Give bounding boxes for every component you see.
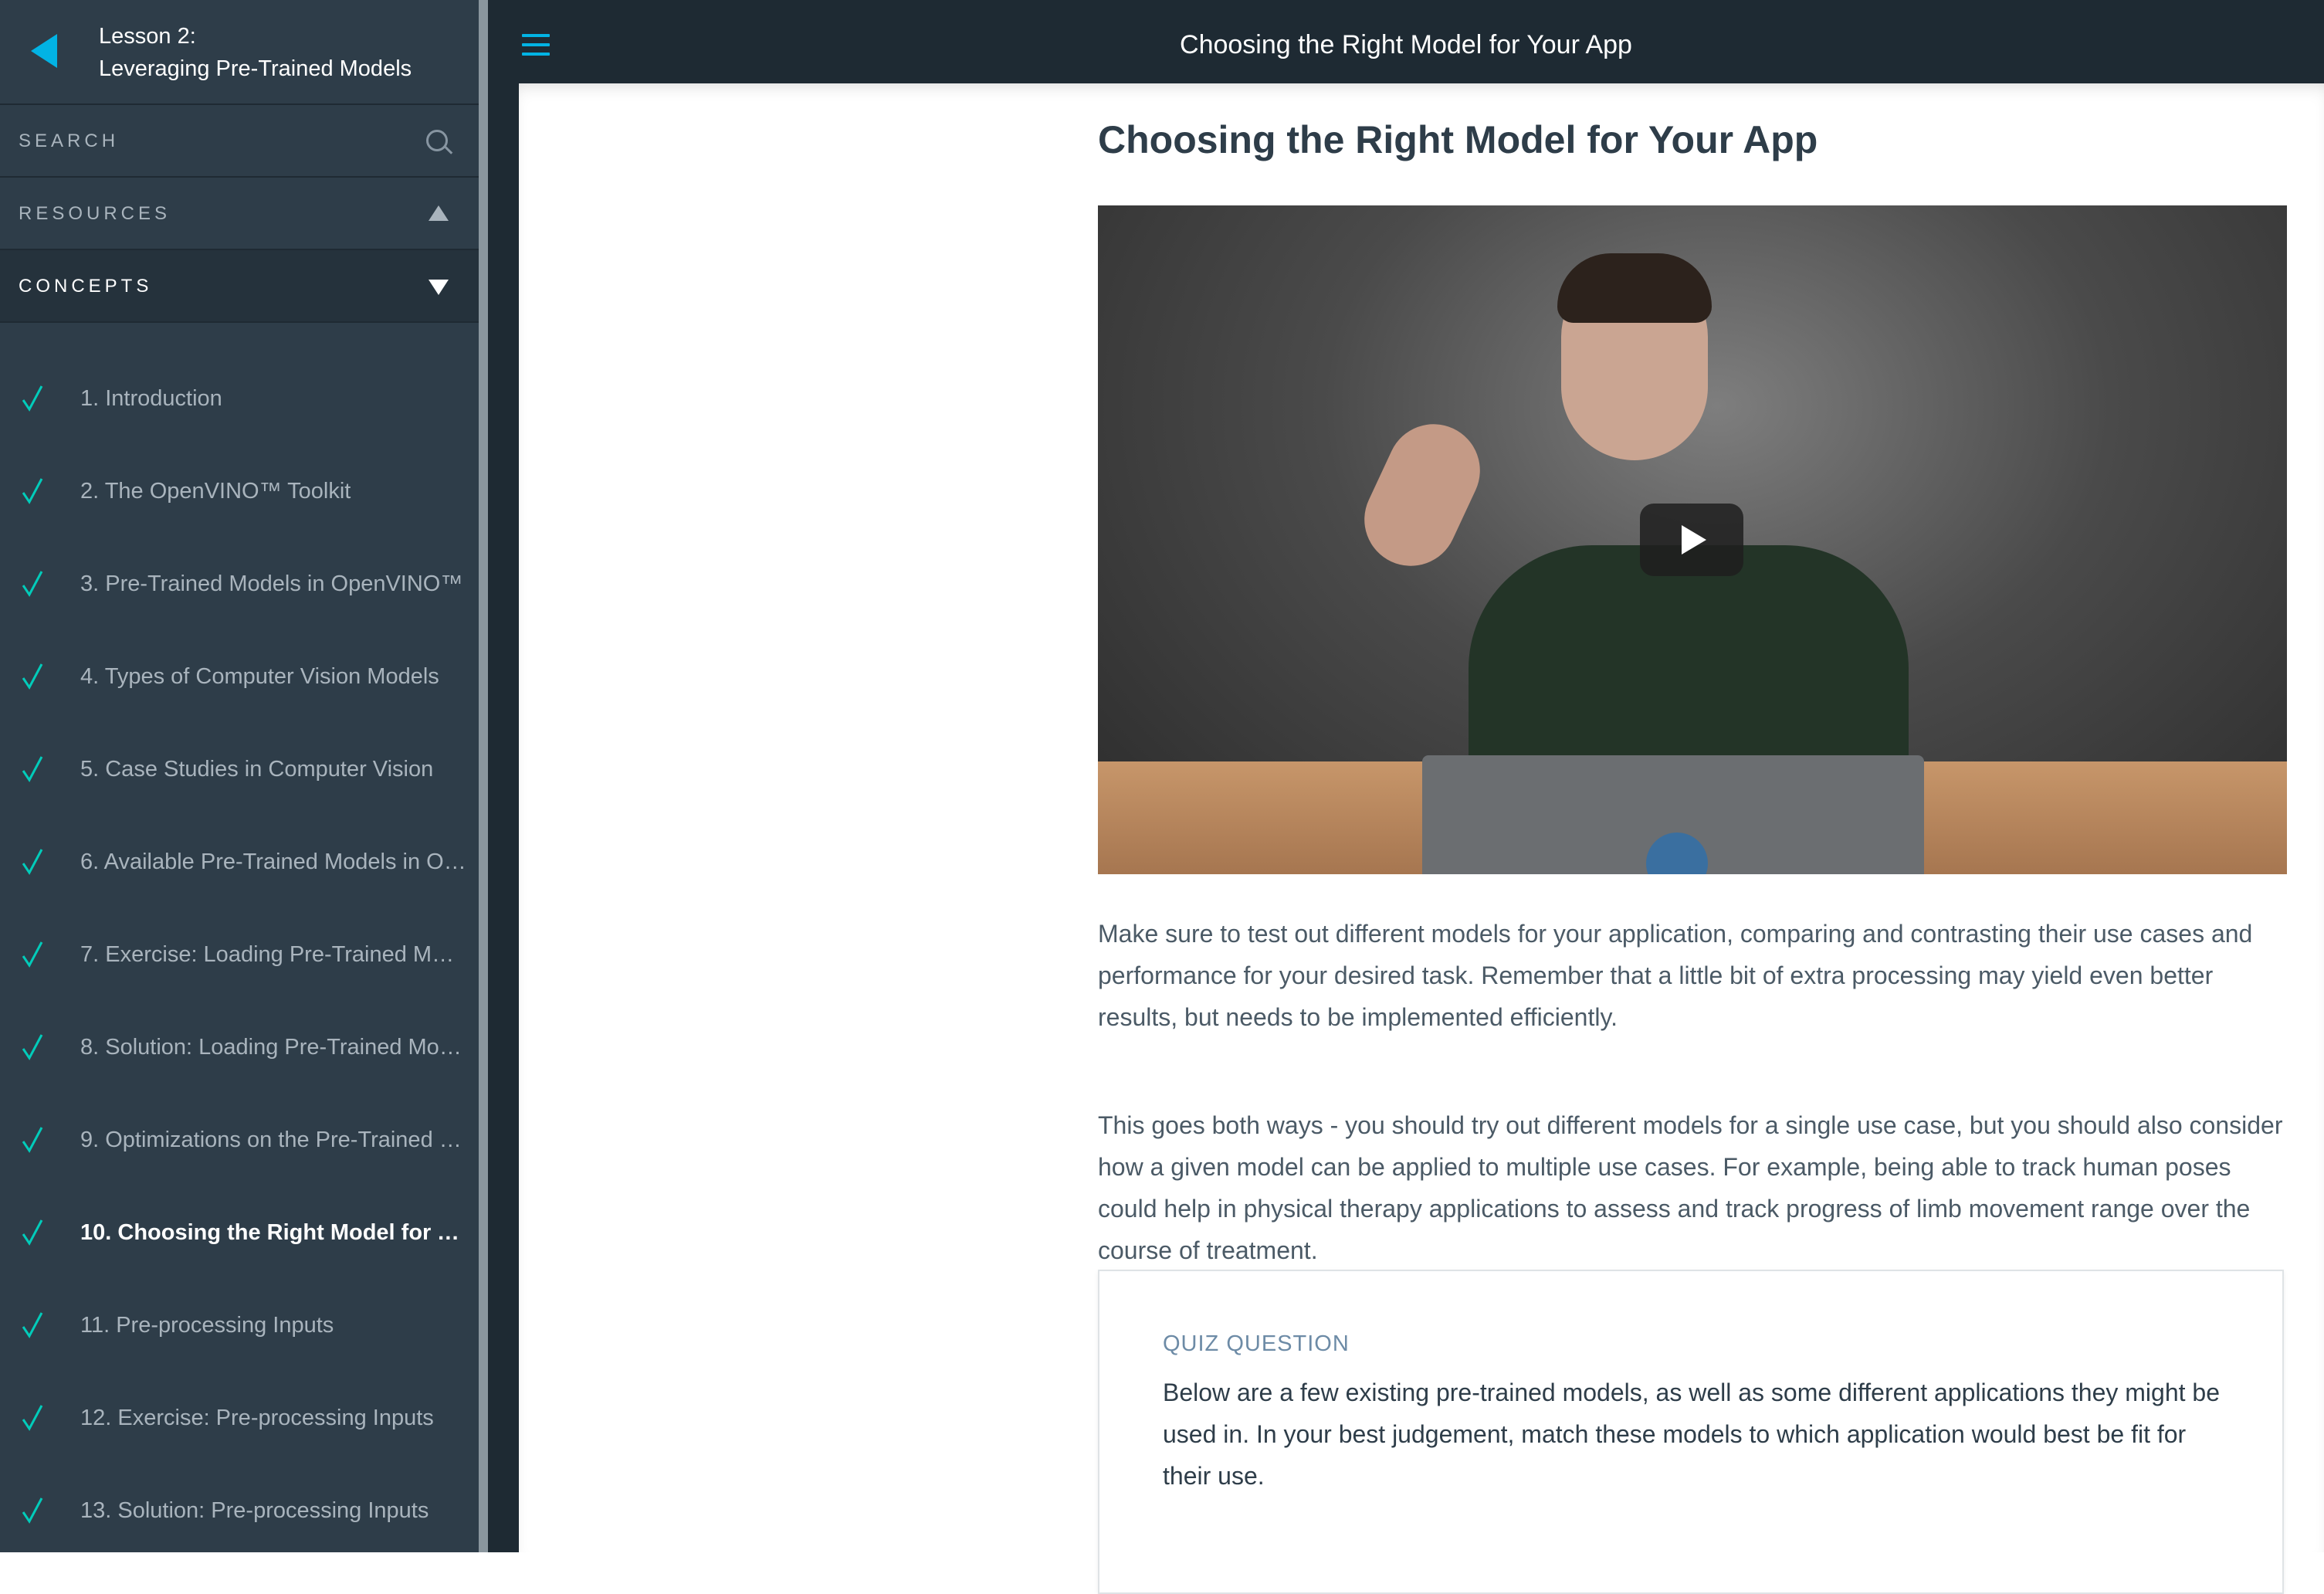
- lesson-sidebar: Lesson 2: Leveraging Pre-Trained Models …: [0, 0, 479, 1552]
- content-paragraph: Make sure to test out different models f…: [1098, 920, 2253, 1031]
- sidebar-concept-item[interactable]: 3. Pre-Trained Models in OpenVINO™: [0, 538, 479, 630]
- checkmark-icon: [22, 849, 43, 875]
- quiz-card: QUIZ QUESTION Below are a few existing p…: [1098, 1270, 2284, 1594]
- search-row[interactable]: SEARCH: [0, 105, 479, 178]
- resources-label: RESOURCES: [19, 203, 171, 224]
- checkmark-icon: [22, 941, 43, 968]
- content-paragraph: This goes both ways - you should try out…: [1098, 1111, 2283, 1264]
- lesson-number: Lesson 2:: [99, 24, 196, 49]
- lesson-title: Lesson 2: Leveraging Pre-Trained Models: [99, 20, 412, 85]
- concept-label: 10. Choosing the Right Model for Your Ap…: [80, 1220, 466, 1245]
- video-frame-hand: [1349, 409, 1496, 582]
- top-bar: Choosing the Right Model for Your App: [488, 0, 2324, 83]
- video-frame-hair: [1557, 253, 1712, 323]
- checkmark-icon: [22, 1127, 43, 1153]
- checkmark-icon: [22, 1034, 43, 1060]
- sidebar-concept-item[interactable]: 9. Optimizations on the Pre-Trained Mode…: [0, 1094, 479, 1186]
- checkmark-icon: [22, 756, 43, 782]
- checkmark-icon: [22, 1405, 43, 1431]
- concepts-label: CONCEPTS: [19, 276, 153, 297]
- concept-label: 4. Types of Computer Vision Models: [80, 664, 439, 689]
- concept-label: 2. The OpenVINO™ Toolkit: [80, 479, 351, 504]
- lesson-name: Leveraging Pre-Trained Models: [99, 56, 412, 81]
- concept-label: 8. Solution: Loading Pre-Trained Models: [80, 1035, 466, 1060]
- chevron-up-icon: [429, 205, 449, 221]
- sidebar-concept-item[interactable]: 10. Choosing the Right Model for Your Ap…: [0, 1186, 479, 1279]
- sidebar-concept-item[interactable]: 13. Solution: Pre-processing Inputs: [0, 1464, 479, 1557]
- page-title: Choosing the Right Model for Your App: [1098, 118, 1818, 161]
- checkmark-icon: [22, 1219, 43, 1246]
- checkmark-icon: [22, 571, 43, 597]
- sidebar-concept-item[interactable]: 2. The OpenVINO™ Toolkit: [0, 445, 479, 538]
- concept-label: 5. Case Studies in Computer Vision: [80, 757, 434, 782]
- video-frame-laptop: [1422, 755, 1924, 874]
- concept-label: 12. Exercise: Pre-processing Inputs: [80, 1406, 434, 1430]
- lesson-header[interactable]: Lesson 2: Leveraging Pre-Trained Models: [0, 0, 479, 105]
- concepts-toggle[interactable]: CONCEPTS: [0, 250, 479, 323]
- sidebar-concept-item[interactable]: 11. Pre-processing Inputs: [0, 1279, 479, 1372]
- quiz-label: QUIZ QUESTION: [1163, 1331, 1350, 1356]
- concept-label: 13. Solution: Pre-processing Inputs: [80, 1498, 429, 1523]
- video-frame-person: [1469, 545, 1909, 777]
- search-label: SEARCH: [19, 131, 120, 151]
- laptop-logo: [1646, 833, 1708, 874]
- main-content: Choosing the Right Model for Your App Ma…: [519, 83, 2324, 1594]
- back-arrow-icon[interactable]: [31, 34, 57, 68]
- checkmark-icon: [22, 1497, 43, 1524]
- checkmark-icon: [22, 1312, 43, 1338]
- concept-label: 9. Optimizations on the Pre-Trained Mode…: [80, 1128, 466, 1152]
- sidebar-scrollbar[interactable]: [479, 0, 488, 1552]
- resources-toggle[interactable]: RESOURCES: [0, 178, 479, 250]
- sidebar-concept-item[interactable]: 4. Types of Computer Vision Models: [0, 630, 479, 723]
- sidebar-concept-item[interactable]: 7. Exercise: Loading Pre-Trained Models: [0, 908, 479, 1001]
- content-gutter: [488, 0, 519, 1552]
- quiz-question: Below are a few existing pre-trained mod…: [1163, 1379, 2220, 1490]
- checkmark-icon: [22, 385, 43, 412]
- sidebar-concept-item[interactable]: 12. Exercise: Pre-processing Inputs: [0, 1372, 479, 1464]
- chevron-down-icon: [429, 280, 449, 295]
- sidebar-concept-item[interactable]: 5. Case Studies in Computer Vision: [0, 723, 479, 816]
- concept-label: 7. Exercise: Loading Pre-Trained Models: [80, 942, 466, 967]
- video-player[interactable]: [1098, 205, 2287, 874]
- checkmark-icon: [22, 663, 43, 690]
- concept-label: 11. Pre-processing Inputs: [80, 1313, 334, 1338]
- concept-label: 1. Introduction: [80, 386, 222, 411]
- search-icon[interactable]: [426, 130, 448, 151]
- sidebar-concept-item[interactable]: 8. Solution: Loading Pre-Trained Models: [0, 1001, 479, 1094]
- concept-title-bar: Choosing the Right Model for Your App: [1180, 30, 1632, 59]
- checkmark-icon: [22, 478, 43, 504]
- concept-label: 6. Available Pre-Trained Models in OpenV…: [80, 850, 466, 874]
- concept-label: 3. Pre-Trained Models in OpenVINO™: [80, 571, 463, 596]
- sidebar-concept-item[interactable]: 6. Available Pre-Trained Models in OpenV…: [0, 816, 479, 908]
- sidebar-concept-item[interactable]: 1. Introduction: [0, 352, 479, 445]
- play-button-icon[interactable]: [1640, 504, 1743, 576]
